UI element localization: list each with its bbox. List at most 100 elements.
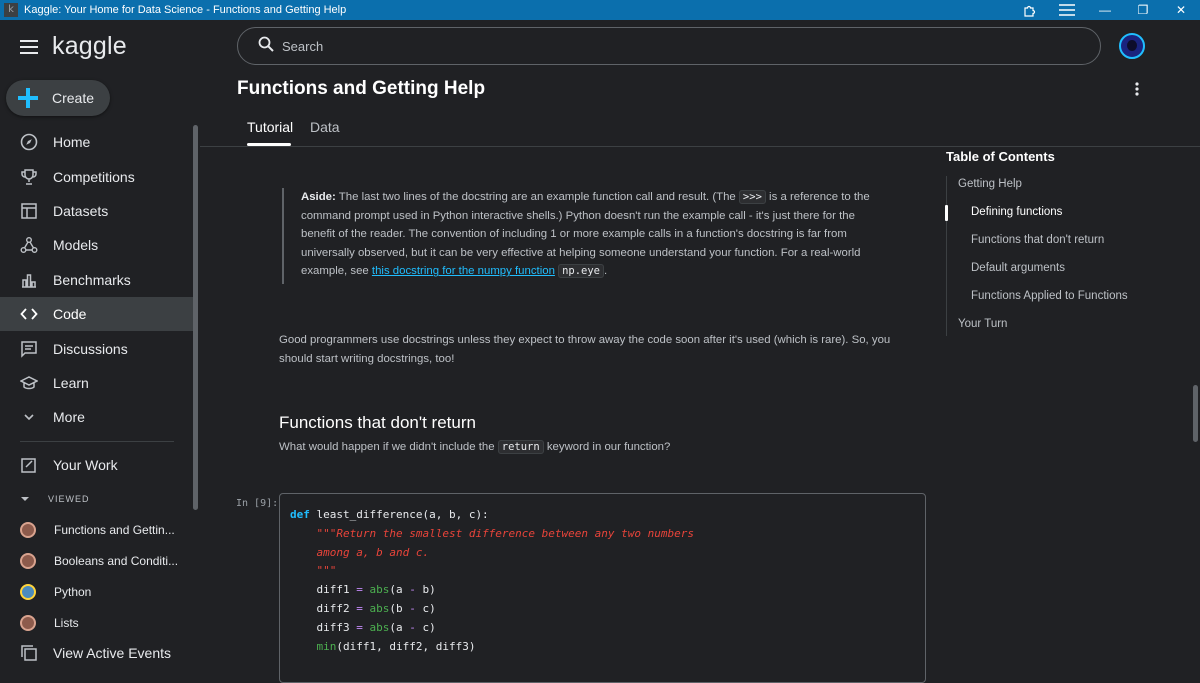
search-icon xyxy=(258,36,274,57)
python-course-icon xyxy=(20,584,36,600)
chat-icon xyxy=(20,340,38,358)
aside-blockquote: Aside: The last two lines of the docstri… xyxy=(282,188,892,284)
code-text: (a xyxy=(389,620,410,634)
code-text: (b xyxy=(389,601,410,615)
create-button-label: Create xyxy=(52,90,95,106)
toc-item-functions-applied[interactable]: Functions Applied to Functions xyxy=(971,290,1128,302)
tab-data[interactable]: Data xyxy=(310,119,340,135)
create-button[interactable]: Create xyxy=(6,80,110,116)
viewed-item-label: Python xyxy=(54,585,92,599)
toc-item-getting-help[interactable]: Getting Help xyxy=(958,178,1022,190)
paragraph: Good programmers use docstrings unless t… xyxy=(279,334,891,365)
code-var: diff1 xyxy=(316,583,350,597)
compass-icon xyxy=(20,133,38,151)
sidebar-item-home[interactable]: Home xyxy=(0,125,194,159)
bar-chart-icon xyxy=(20,271,38,289)
toc-item-functions-dont-return[interactable]: Functions that don't return xyxy=(971,234,1104,246)
kaggle-app-icon: k xyxy=(4,3,18,17)
aside-bold: Aside: xyxy=(301,191,336,203)
inline-code: np.eye xyxy=(558,264,605,279)
code-docstring: """Return the smallest difference betwee… xyxy=(316,526,695,540)
window-titlebar: k Kaggle: Your Home for Data Science - F… xyxy=(0,0,1200,20)
section-description: What would happen if we didn't include t… xyxy=(279,440,671,454)
graduation-cap-icon xyxy=(20,374,38,392)
code-docstring: among a, b and c. xyxy=(316,545,430,559)
viewed-item[interactable]: Lists xyxy=(0,609,194,637)
viewed-item-label: Functions and Gettin... xyxy=(54,523,175,537)
minimize-button[interactable]: — xyxy=(1086,0,1124,20)
sidebar-item-models[interactable]: Models xyxy=(0,228,194,262)
toc-item-defining-functions[interactable]: Defining functions xyxy=(971,206,1062,218)
toc-title: Table of Contents xyxy=(946,149,1055,164)
code-text: b) xyxy=(415,583,436,597)
sidebar-item-datasets[interactable]: Datasets xyxy=(0,194,194,228)
cell-execution-label: In [9]: xyxy=(236,498,279,509)
plus-icon xyxy=(18,88,38,108)
sidebar-item-code[interactable]: Code xyxy=(0,297,194,331)
code-operator: = xyxy=(356,601,363,615)
toc-item-your-turn[interactable]: Your Turn xyxy=(958,318,1007,330)
toc-active-marker xyxy=(945,205,948,221)
sidebar-item-label: Datasets xyxy=(53,203,109,219)
sidebar: kaggle Create Home Competitions Datasets… xyxy=(0,20,200,675)
sidebar-item-benchmarks[interactable]: Benchmarks xyxy=(0,263,194,297)
aside-text: The last two lines of the docstring are … xyxy=(335,191,739,203)
code-builtin: abs xyxy=(369,583,390,597)
main-scrollbar[interactable] xyxy=(1193,385,1198,442)
window-title: Kaggle: Your Home for Data Science - Fun… xyxy=(24,4,347,16)
close-button[interactable]: ✕ xyxy=(1162,0,1200,20)
sidebar-item-label: Your Work xyxy=(53,457,118,473)
viewed-item[interactable]: Booleans and Conditi... xyxy=(0,547,194,575)
edit-box-icon xyxy=(20,456,38,474)
sidebar-item-view-active-events[interactable]: View Active Events xyxy=(0,636,194,670)
window-controls: — ❐ ✕ xyxy=(1010,0,1200,20)
user-avatar[interactable] xyxy=(1119,33,1145,59)
browser-menu-icon[interactable] xyxy=(1048,0,1086,20)
search-bar[interactable] xyxy=(237,27,1101,65)
code-var: diff3 xyxy=(316,620,350,634)
user-avatar-icon xyxy=(20,553,36,569)
restore-button[interactable]: ❐ xyxy=(1124,0,1162,20)
extensions-icon[interactable] xyxy=(1010,0,1048,20)
sidebar-scrollbar[interactable] xyxy=(193,125,198,510)
code-operator: - xyxy=(409,601,416,615)
inline-code: >>> xyxy=(738,190,766,204)
caret-down-icon xyxy=(20,490,30,508)
sidebar-item-label: Benchmarks xyxy=(53,272,131,288)
sidebar-item-learn[interactable]: Learn xyxy=(0,366,194,400)
viewed-item[interactable]: Python xyxy=(0,578,194,606)
code-text: c) xyxy=(415,620,436,634)
more-vert-icon[interactable] xyxy=(1130,82,1144,98)
toc-rail xyxy=(946,176,947,336)
toc-item-default-arguments[interactable]: Default arguments xyxy=(971,262,1065,274)
numpy-docstring-link[interactable]: this docstring for the numpy function xyxy=(372,265,555,277)
code-text: (a xyxy=(389,583,410,597)
search-input[interactable] xyxy=(282,38,982,54)
sidebar-item-discussions[interactable]: Discussions xyxy=(0,332,194,366)
sidebar-item-your-work[interactable]: Your Work xyxy=(0,448,194,482)
viewed-item[interactable]: Functions and Gettin... xyxy=(0,516,194,544)
desc-text: keyword in our function? xyxy=(543,441,671,453)
tab-tutorial[interactable]: Tutorial xyxy=(247,119,293,135)
code-cell[interactable]: def least_difference(a, b, c): """Return… xyxy=(279,493,926,683)
sidebar-item-more[interactable]: More xyxy=(0,400,194,434)
page-title: Functions and Getting Help xyxy=(237,78,486,99)
code-operator: = xyxy=(356,583,363,597)
table-icon xyxy=(20,202,38,220)
code-operator: = xyxy=(356,620,363,634)
kaggle-logo[interactable]: kaggle xyxy=(52,32,127,61)
sidebar-item-label: Code xyxy=(53,306,87,322)
viewed-item-label: Booleans and Conditi... xyxy=(54,554,179,568)
sidebar-item-competitions[interactable]: Competitions xyxy=(0,160,194,194)
chevron-down-icon xyxy=(20,408,38,426)
hamburger-menu-icon[interactable] xyxy=(20,40,38,54)
viewed-section-header[interactable]: VIEWED xyxy=(20,490,90,508)
code-builtin: abs xyxy=(369,620,390,634)
sidebar-divider xyxy=(20,441,174,442)
aside-text: . xyxy=(604,265,608,278)
sidebar-item-label: View Active Events xyxy=(53,645,172,661)
user-avatar-icon xyxy=(20,522,36,538)
sidebar-item-label: Discussions xyxy=(53,341,128,357)
code-operator: - xyxy=(409,583,416,597)
viewed-header-label: VIEWED xyxy=(48,494,90,504)
